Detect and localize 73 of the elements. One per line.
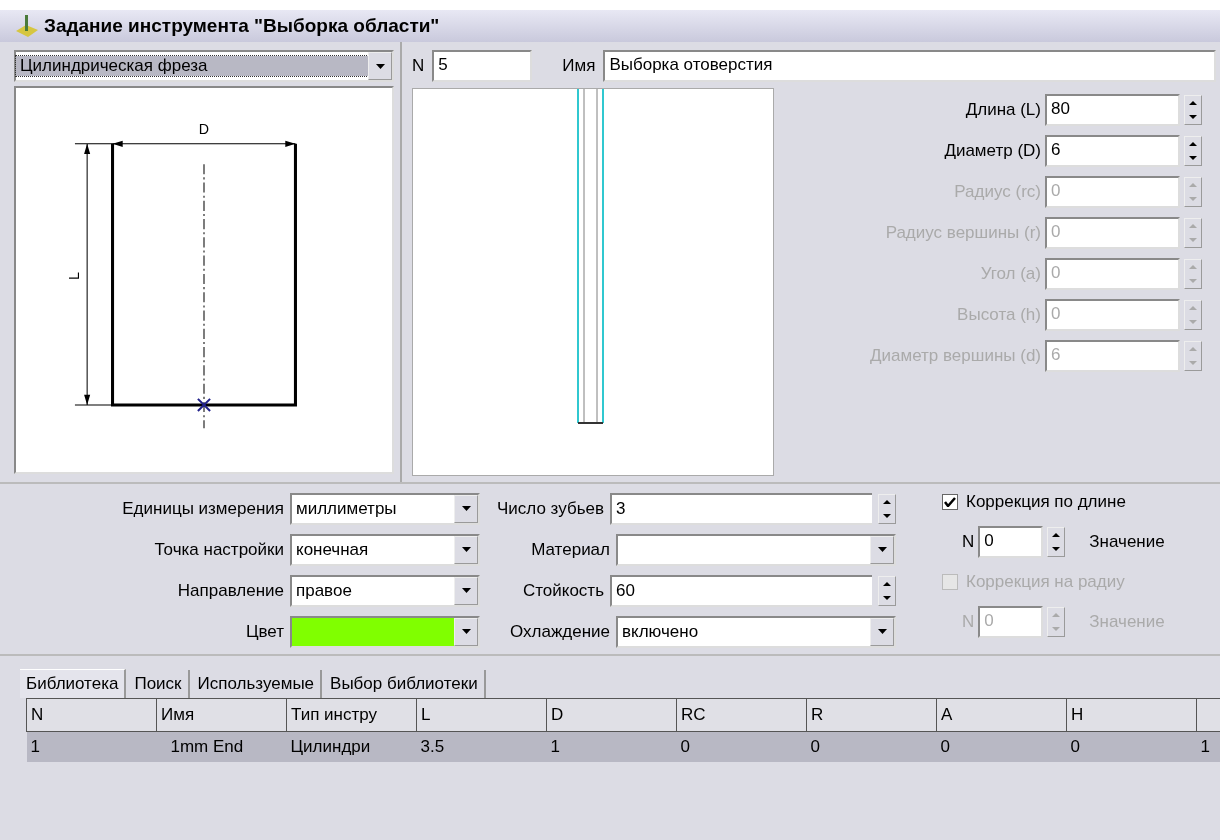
caret-icon — [375, 63, 385, 69]
param-label: Диаметр (D) — [944, 141, 1041, 161]
setting-label: Цвет — [245, 621, 284, 642]
column-header[interactable]: A — [936, 698, 1067, 732]
spin-buttons[interactable] — [1184, 95, 1202, 125]
setting-label: Точка настройки — [154, 539, 284, 560]
setting-label: Стойкость — [522, 580, 604, 601]
param-label: Высота (h) — [957, 305, 1041, 325]
n-label: N — [962, 532, 975, 552]
spin-buttons[interactable] — [1047, 527, 1066, 557]
length-label: L — [66, 271, 82, 280]
column-header[interactable]: H — [1066, 698, 1197, 732]
checkbox-label: Коррекция на радиу — [966, 572, 1125, 592]
table-cell: 1 — [26, 731, 157, 762]
caret-icon — [877, 547, 887, 552]
caret-icon — [461, 506, 471, 511]
tab[interactable]: Библиотека — [20, 669, 127, 698]
width-label: D — [198, 120, 210, 137]
param-field[interactable]: 80 — [1045, 94, 1180, 126]
param-label: Радиус вершины (r) — [885, 223, 1041, 243]
setting-label: Единицы измерения — [122, 498, 284, 519]
number-field[interactable]: 60 — [610, 574, 872, 607]
column-header[interactable]: D — [546, 698, 677, 732]
param-label: Длина (L) — [965, 100, 1041, 120]
column-header[interactable]: N — [26, 698, 157, 732]
number-field[interactable]: 5 — [432, 50, 533, 82]
n-field[interactable]: 0 — [978, 526, 1044, 558]
tool-type-dropdown[interactable]: Цилиндрическая фреза — [14, 50, 394, 82]
caret-icon — [461, 629, 471, 634]
table-cell: 1mm End — [156, 731, 287, 762]
column-header[interactable]: RC — [676, 698, 807, 732]
name-field[interactable]: Выборка отоверстия — [603, 50, 1216, 82]
table-cell: 0 — [936, 731, 1067, 762]
setting-label: Направление — [177, 580, 284, 601]
param-field[interactable]: 6 — [1045, 135, 1180, 167]
number-label: N — [412, 56, 425, 76]
number-field[interactable]: 3 — [610, 492, 872, 525]
param-label: Угол (a) — [980, 264, 1041, 284]
caret-icon — [877, 629, 887, 634]
dropdown[interactable]: правое — [290, 574, 480, 607]
column-header[interactable]: Имя — [156, 698, 287, 732]
column-header[interactable]: Тип инстру — [286, 698, 417, 732]
dropdown[interactable] — [616, 533, 896, 566]
value-label: Значение — [1089, 532, 1165, 552]
n-label: N — [962, 612, 975, 632]
setting-label: Материал — [531, 539, 610, 560]
table-cell: 1 — [546, 731, 677, 762]
spin-buttons[interactable] — [878, 575, 896, 606]
checkbox-label: Коррекция по длине — [966, 492, 1126, 512]
caret-icon — [461, 588, 471, 593]
window-title: Задание инструмента "Выборка области" — [44, 15, 440, 37]
param-label: Диаметр вершины (d) — [870, 346, 1041, 366]
setting-label: Охлаждение — [510, 621, 610, 642]
table-cell: 0 — [1066, 731, 1197, 762]
setting-label: Число зубьев — [497, 498, 604, 519]
spin-buttons[interactable] — [878, 493, 896, 524]
color-dropdown[interactable] — [290, 615, 480, 648]
column-header[interactable]: R — [806, 698, 937, 732]
caret-icon — [461, 547, 471, 552]
dropdown[interactable]: включено — [616, 615, 896, 648]
value-label: Значение — [1089, 612, 1165, 632]
spin-buttons[interactable] — [1184, 136, 1202, 166]
name-label: Имя — [562, 56, 596, 76]
tool-icon — [14, 13, 40, 39]
param-label: Радиус (rc) — [954, 182, 1041, 202]
checkbox[interactable] — [942, 494, 958, 510]
table-cell: 0 — [676, 731, 807, 762]
table-cell: Цилиндри — [286, 731, 417, 762]
dropdown[interactable]: конечная — [290, 533, 480, 566]
dropdown[interactable]: миллиметры — [290, 492, 480, 525]
table-cell: 0 — [806, 731, 937, 762]
table-cell: 3.5 — [416, 731, 547, 762]
column-header[interactable]: L — [416, 698, 547, 732]
